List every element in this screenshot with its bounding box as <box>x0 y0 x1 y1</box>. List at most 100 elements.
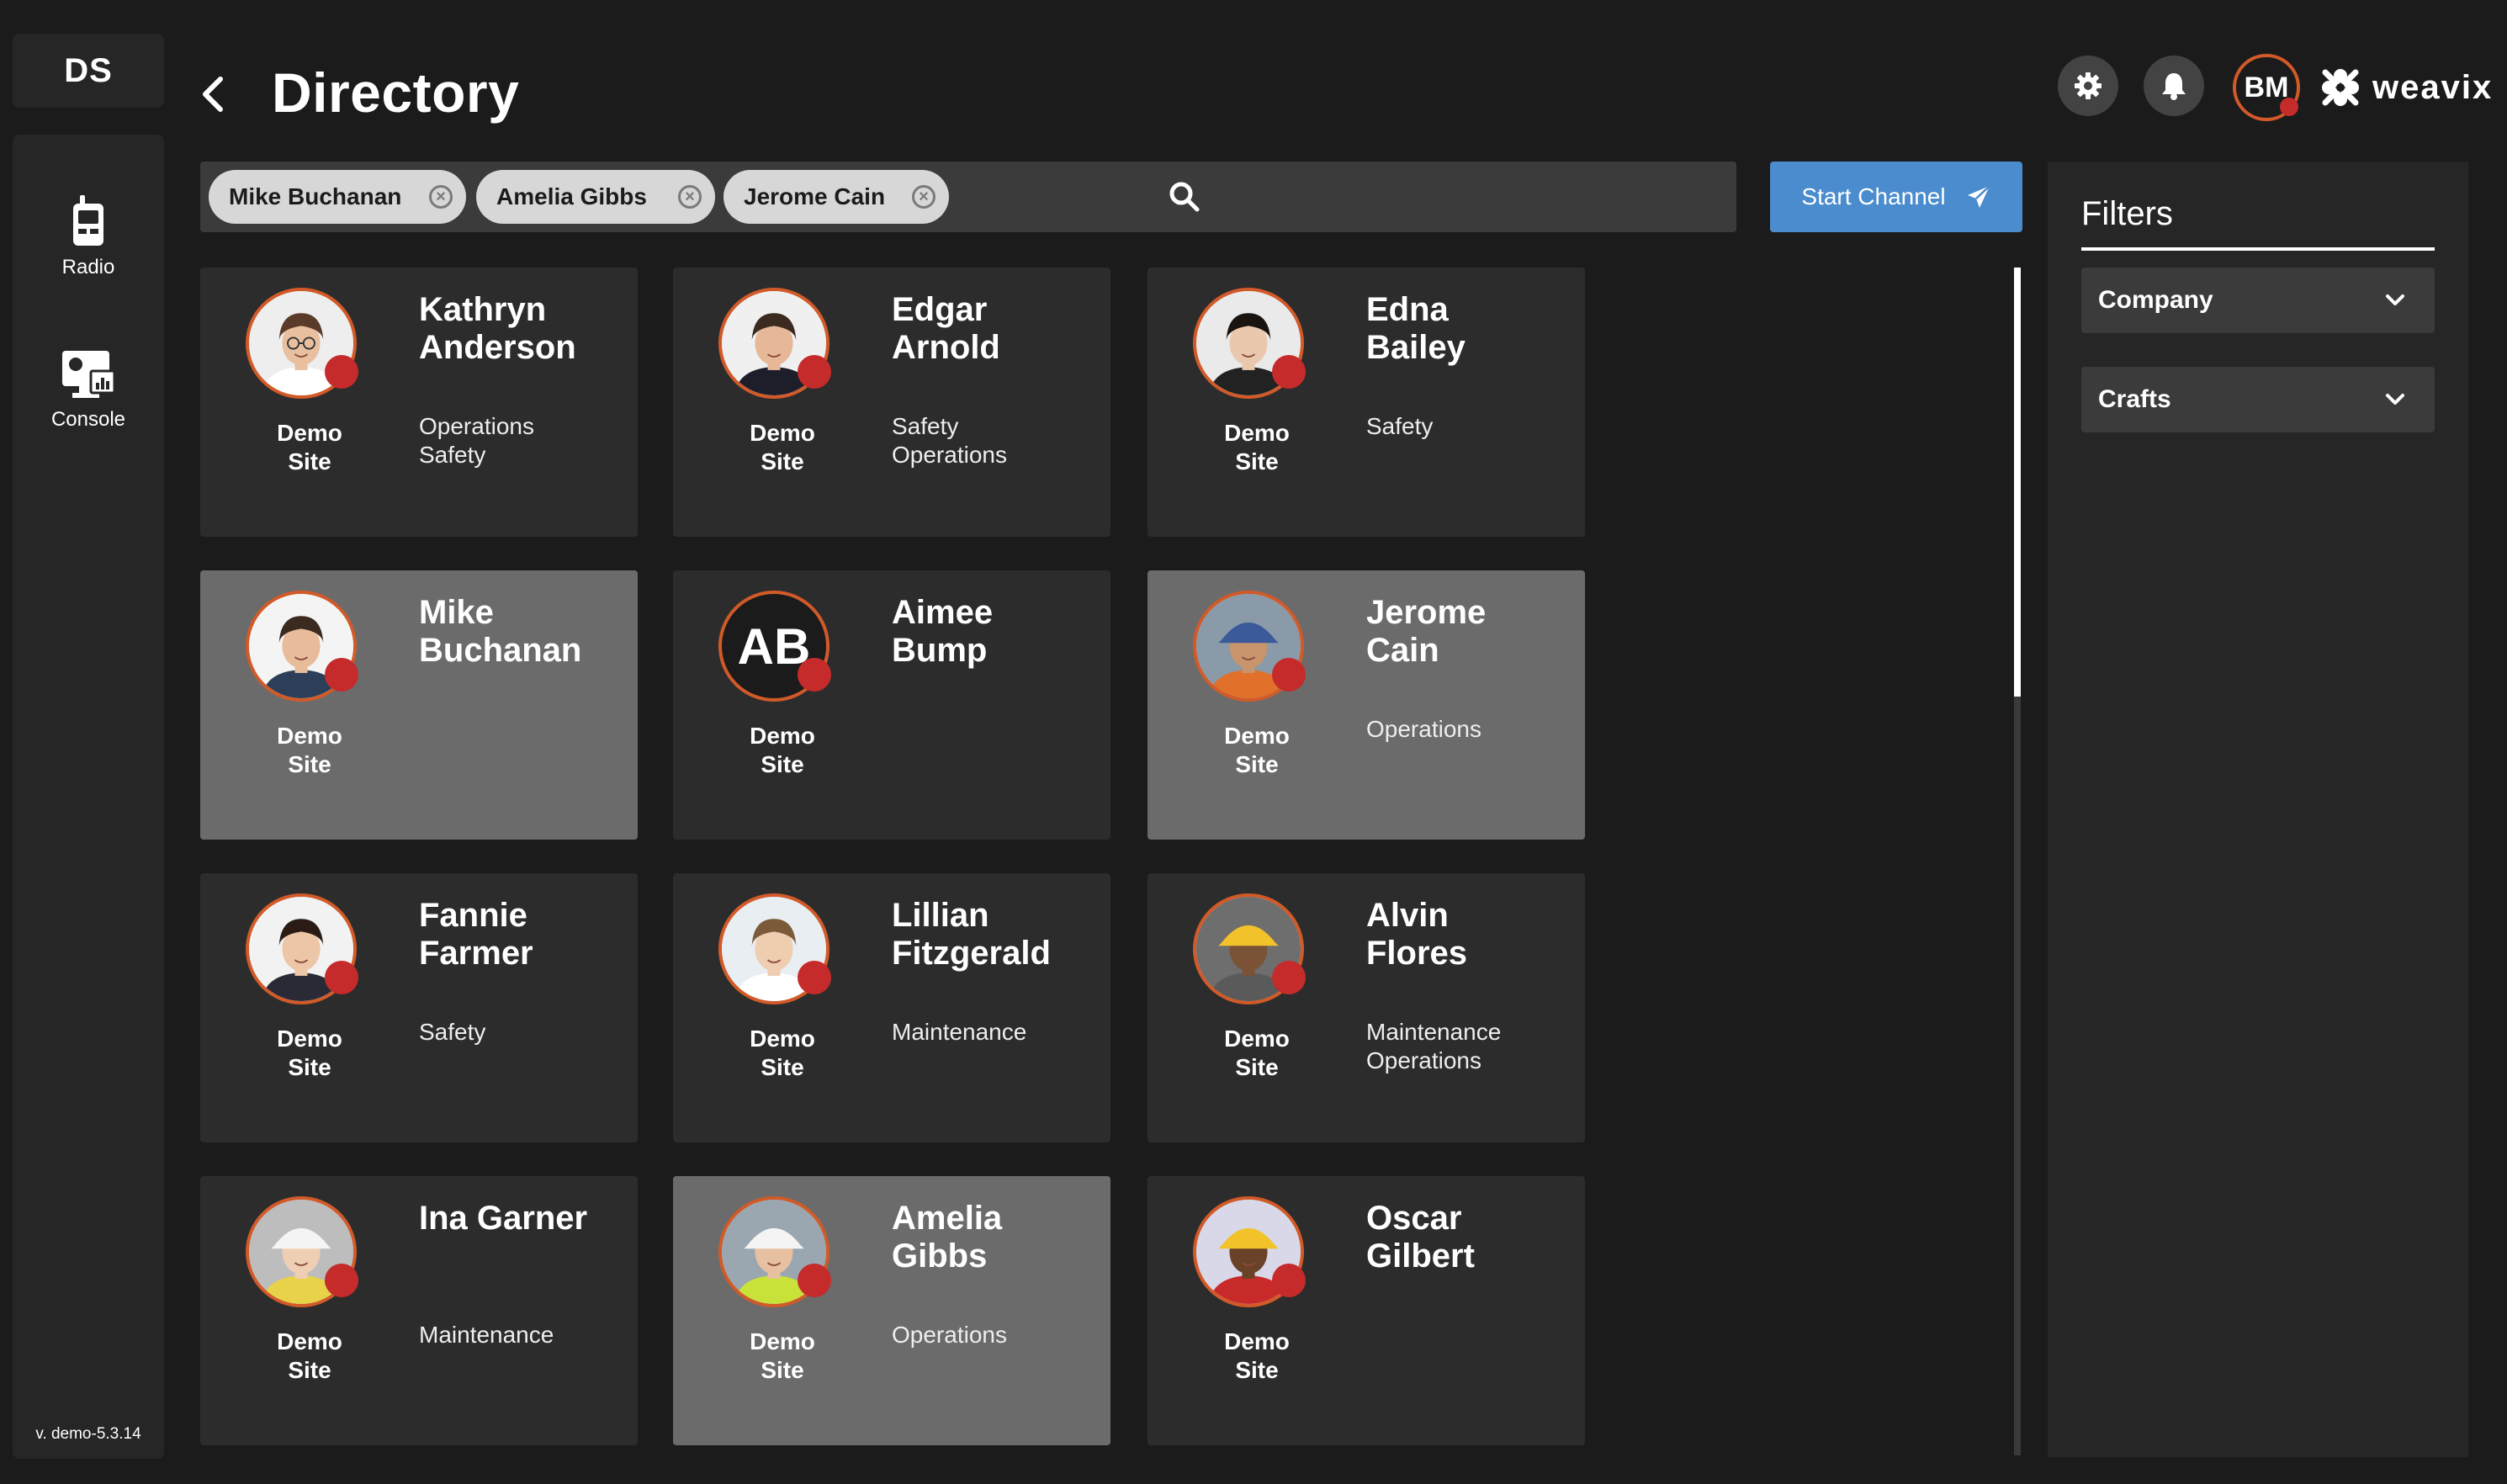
person-crafts: Maintenance <box>892 1019 1027 1045</box>
person-card[interactable]: Demo Site Jerome Cain Operations <box>1147 570 1585 840</box>
person-name: Alvin Flores <box>1366 897 1468 972</box>
person-card[interactable]: Demo Site Amelia Gibbs Operations <box>673 1176 1110 1445</box>
person-card[interactable]: Demo Site Mike Buchanan <box>200 570 638 840</box>
person-card[interactable]: AB Demo Site Aimee Bump <box>673 570 1110 840</box>
person-name: Oscar Gilbert <box>1366 1200 1475 1275</box>
crafts-dropdown[interactable]: Crafts <box>2081 367 2435 432</box>
status-dot <box>798 961 831 994</box>
nav-console[interactable]: Console <box>13 349 164 432</box>
user-initials: BM <box>2244 71 2289 103</box>
chevron-left-icon <box>203 77 223 112</box>
person-name: Edna Bailey <box>1366 291 1466 366</box>
chevron-down-icon <box>2386 394 2404 405</box>
person-crafts: Safety Operations <box>892 413 1007 468</box>
person-name: Kathryn Anderson <box>419 291 576 366</box>
nav-radio[interactable]: Radio <box>13 193 164 279</box>
person-site: Demo Site <box>1224 1026 1290 1080</box>
person-card[interactable]: Demo Site Fannie Farmer Safety <box>200 873 638 1142</box>
status-dot <box>325 1264 358 1297</box>
start-channel-label: Start Channel <box>1801 183 1946 209</box>
person-card[interactable]: Demo Site Edna Bailey Safety <box>1147 268 1585 537</box>
person-site: Demo Site <box>1224 420 1290 474</box>
person-site: Demo Site <box>750 1328 815 1383</box>
status-dot <box>1272 1264 1306 1297</box>
recipient-chip[interactable]: Jerome Cain × <box>723 170 949 224</box>
chip-label: Amelia Gibbs <box>496 183 647 209</box>
recipient-chip[interactable]: Mike Buchanan × <box>209 170 466 224</box>
user-avatar[interactable]: BM <box>2233 54 2300 121</box>
gear-icon <box>2075 72 2102 99</box>
person-name: Amelia Gibbs <box>892 1200 1003 1275</box>
remove-chip-icon[interactable]: × <box>912 185 935 209</box>
person-name: Ina Garner <box>419 1200 588 1237</box>
person-site: Demo Site <box>750 1026 815 1080</box>
person-crafts: Safety <box>1366 413 1434 439</box>
status-dot <box>798 658 831 692</box>
person-name: Edgar Arnold <box>892 291 1000 366</box>
side-nav: Radio Console v. demo-5.3.14 <box>13 135 164 1459</box>
person-site: Demo Site <box>277 723 342 777</box>
person-site: Demo Site <box>1224 1328 1290 1383</box>
company-dropdown-label: Company <box>2098 286 2213 314</box>
person-name: Aimee Bump <box>892 594 994 669</box>
remove-chip-icon[interactable]: × <box>678 185 702 209</box>
person-card[interactable]: Demo Site Kathryn Anderson Operations Safe… <box>200 268 638 537</box>
chip-label: Jerome Cain <box>744 183 886 209</box>
person-site: Demo Site <box>277 420 342 474</box>
person-crafts: Safety <box>419 1019 486 1045</box>
person-site: Demo Site <box>277 1328 342 1383</box>
chevron-down-icon <box>2386 294 2404 305</box>
person-crafts: Operations <box>1366 716 1481 742</box>
filters-title: Filters <box>2081 195 2173 232</box>
person-crafts: Operations <box>892 1322 1007 1348</box>
person-name: Lillian Fitzgerald <box>892 897 1051 972</box>
weavix-logo-icon <box>2322 69 2359 106</box>
status-dot <box>798 355 831 389</box>
brand-wordmark: weavix <box>2372 68 2494 106</box>
person-card[interactable]: Demo Site Ina Garner Maintenance <box>200 1176 638 1445</box>
recipient-search-bar[interactable]: Mike Buchanan × Amelia Gibbs × Jerome Ca… <box>200 162 1736 232</box>
status-dot <box>2280 98 2298 116</box>
notifications-button[interactable] <box>2144 56 2204 116</box>
filters-divider <box>2081 247 2435 251</box>
version-label: v. demo-5.3.14 <box>35 1425 141 1443</box>
company-dropdown[interactable]: Company <box>2081 268 2435 333</box>
brand-logo: weavix <box>2317 62 2493 113</box>
person-name: Fannie Farmer <box>419 897 533 972</box>
back-button[interactable] <box>195 69 229 119</box>
status-dot <box>1272 355 1306 389</box>
person-name: Jerome Cain <box>1366 594 1487 669</box>
person-crafts: Operations Safety <box>419 413 534 468</box>
console-icon <box>62 351 116 398</box>
crafts-dropdown-label: Crafts <box>2098 385 2171 413</box>
remove-chip-icon[interactable]: × <box>429 185 453 209</box>
scrollbar-thumb[interactable] <box>2014 268 2021 697</box>
person-site: Demo Site <box>277 1026 342 1080</box>
nav-radio-label: Radio <box>61 256 115 278</box>
bell-icon <box>2162 73 2186 100</box>
search-icon[interactable] <box>1168 180 1201 214</box>
status-dot <box>798 1264 831 1297</box>
status-dot <box>325 961 358 994</box>
person-crafts: Maintenance Operations <box>1366 1019 1502 1073</box>
person-site: Demo Site <box>750 723 815 777</box>
workspace-badge[interactable]: DS <box>13 34 164 108</box>
chip-label: Mike Buchanan <box>229 183 402 209</box>
person-crafts: Maintenance <box>419 1322 554 1348</box>
person-card[interactable]: Demo Site Oscar Gilbert <box>1147 1176 1585 1445</box>
radio-icon <box>73 195 103 246</box>
status-dot <box>325 658 358 692</box>
nav-console-label: Console <box>50 408 126 431</box>
filters-panel: Filters Company Crafts <box>2048 162 2468 1457</box>
settings-button[interactable] <box>2058 56 2118 116</box>
send-icon <box>1967 185 1990 208</box>
person-card[interactable]: Demo Site Alvin Flores Maintenance Operati… <box>1147 873 1585 1142</box>
status-dot <box>325 355 358 389</box>
person-card[interactable]: Demo Site Lillian Fitzgerald Maintenance <box>673 873 1110 1142</box>
person-card[interactable]: Demo Site Edgar Arnold Safety Operations <box>673 268 1110 537</box>
recipient-chip[interactable]: Amelia Gibbs × <box>476 170 715 224</box>
person-site: Demo Site <box>750 420 815 474</box>
status-dot <box>1272 961 1306 994</box>
start-channel-button[interactable]: Start Channel <box>1770 162 2022 232</box>
status-dot <box>1272 658 1306 692</box>
